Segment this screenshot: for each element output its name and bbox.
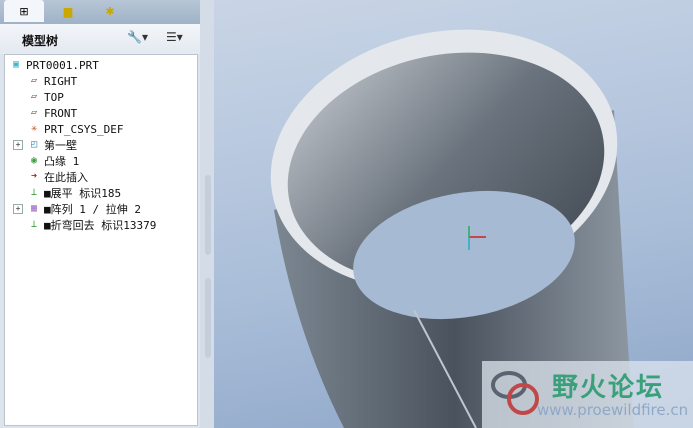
model-tree-panel: ⊞ ▆ ✱ 模型树 🔧▾ ☰▾ ▣ PRT0001.PRT ▱ RIGHT ▱ TOP ▱ F… xyxy=(0,0,200,428)
insert-here-arrow-icon: ➜ xyxy=(30,171,38,182)
watermark: 野火论坛 www.proewildfire.cn xyxy=(482,361,693,428)
tree-item[interactable]: ◉ 凸缘 1 xyxy=(27,153,79,169)
tree-item[interactable]: ➜ 在此插入 xyxy=(27,169,88,185)
model-tree: ▣ PRT0001.PRT ▱ RIGHT ▱ TOP ▱ FRONT ✳ PRT_CSYS_DE… xyxy=(4,54,198,426)
model-tree-tab[interactable]: ⊞ xyxy=(4,0,44,22)
navigator-tabs: ⊞ ▆ ✱ xyxy=(0,0,200,24)
datum-plane-icon: ▱ xyxy=(30,107,38,118)
folders-icon: ▆ xyxy=(63,4,73,18)
tree-item-label: 凸缘 1 xyxy=(44,155,80,168)
tree-item-label: ■折弯回去 标识13379 xyxy=(44,219,157,232)
tree-item[interactable]: + ◰ 第一壁 xyxy=(13,137,77,153)
tools-icon[interactable]: 🔧▾ xyxy=(127,30,148,44)
tree-item[interactable]: ▱ TOP xyxy=(27,89,64,105)
flange-icon: ◉ xyxy=(30,155,38,166)
expand-icon[interactable]: + xyxy=(13,140,23,150)
datum-plane-icon: ▱ xyxy=(30,91,38,102)
tree-item-label: ■阵列 1 / 拉伸 2 xyxy=(44,203,141,216)
tree-item-label: RIGHT xyxy=(44,74,78,88)
tree-item[interactable]: + ▦ ■阵列 1 / 拉伸 2 xyxy=(13,201,141,217)
tree-item[interactable]: ⊥ ■折弯回去 标识13379 xyxy=(27,217,156,233)
splitter-grip[interactable] xyxy=(205,175,211,255)
model-tree-header: 模型树 🔧▾ ☰▾ xyxy=(0,24,200,54)
tree-item-label: FRONT xyxy=(44,106,78,120)
tree-item[interactable]: ▱ RIGHT xyxy=(27,73,77,89)
tree-item[interactable]: ▣ PRT0001.PRT xyxy=(9,57,99,73)
splitter-grip[interactable] xyxy=(205,278,211,358)
watermark-name: 野火论坛 xyxy=(552,373,665,403)
favorites-folder-icon: ✱ xyxy=(105,4,115,18)
tree-item-label: TOP xyxy=(44,90,64,104)
csys-icon: ✳ xyxy=(30,123,38,134)
expand-icon[interactable]: + xyxy=(13,204,23,214)
folder-browser-tab[interactable]: ▆ xyxy=(48,0,88,22)
tree-icon: ⊞ xyxy=(19,4,29,18)
tree-item-label: PRT_CSYS_DEF xyxy=(44,122,124,136)
tree-item-label: ■展平 标识185 xyxy=(44,187,122,200)
datum-plane-icon: ▱ xyxy=(30,75,38,86)
bend-back-icon: ⊥ xyxy=(30,219,38,230)
watermark-url: www.proewildfire.cn xyxy=(537,401,689,419)
tree-item[interactable]: ✳ PRT_CSYS_DEF xyxy=(27,121,124,137)
model-tree-title: 模型树 xyxy=(22,34,59,48)
part-icon: ▣ xyxy=(12,59,20,70)
tree-item[interactable]: ▱ FRONT xyxy=(27,105,77,121)
tree-item[interactable]: ⊥ ■展平 标识185 xyxy=(27,185,121,201)
panel-splitter[interactable] xyxy=(200,0,214,428)
3d-viewport[interactable]: 野火论坛 www.proewildfire.cn xyxy=(214,0,693,428)
list-icon[interactable]: ☰▾ xyxy=(166,30,183,44)
unbend-icon: ⊥ xyxy=(30,187,38,198)
favorites-tab[interactable]: ✱ xyxy=(90,0,130,22)
first-wall-icon: ◰ xyxy=(30,139,38,150)
tree-item-label: PRT0001.PRT xyxy=(26,58,99,72)
pattern-icon: ▦ xyxy=(30,203,38,214)
tree-item-label: 在此插入 xyxy=(44,171,88,184)
tree-item-label: 第一壁 xyxy=(44,139,77,152)
